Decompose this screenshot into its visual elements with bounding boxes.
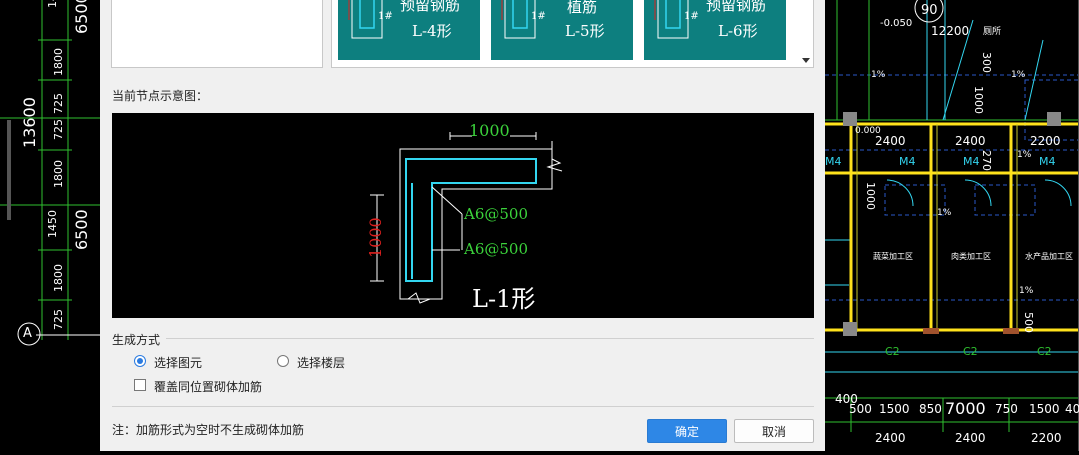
shape-name-text: L-1形 xyxy=(472,285,536,313)
masonry-rebar-dialog: 1# 预留钢筋 L-4形 1# 植筋 L-5形 1# 预留钢筋 L-6形 当前节… xyxy=(100,0,825,451)
radio-select-element[interactable] xyxy=(134,355,146,367)
preview-label: 当前节点示意图： xyxy=(112,89,209,103)
dim-row-2: 2400 xyxy=(955,134,986,148)
thumb-l4[interactable]: 1# 预留钢筋 L-4形 xyxy=(338,0,480,60)
node-preview-canvas: 1000 1000 A6@500 A6@500 L-1形 xyxy=(112,113,814,318)
top-dim-text: 1000 xyxy=(469,121,510,140)
c2-1: C2 xyxy=(885,345,900,358)
generate-section-label: 生成方式 xyxy=(112,333,161,347)
pct-1: 1% xyxy=(871,70,886,80)
pct-5: 1% xyxy=(1019,286,1034,296)
radio-select-floor[interactable] xyxy=(277,355,289,367)
bdim-4: 7000 xyxy=(945,399,986,418)
door-m4-1: M4 xyxy=(825,155,842,168)
thumb-l6[interactable]: 1# 预留钢筋 L-6形 xyxy=(644,0,786,60)
vdim-1000b: 1000 xyxy=(864,182,877,210)
dim-left-5: 725 xyxy=(52,119,65,140)
door-m4-2: M4 xyxy=(899,155,916,168)
thumb-l4-title: 预留钢筋 xyxy=(400,0,461,14)
radio-select-floor-label: 选择楼层 xyxy=(297,356,346,370)
rebar-shape-gallery[interactable]: 1# 预留钢筋 L-4形 1# 植筋 L-5形 1# 预留钢筋 L-6形 xyxy=(331,0,814,68)
thumb-l5-sub: L-5形 xyxy=(565,22,605,40)
bdim-3: 850 xyxy=(919,402,942,416)
bdim-5: 750 xyxy=(995,402,1018,416)
bdim-7: 400 xyxy=(1065,402,1079,416)
rebar-shape-icon xyxy=(501,0,536,39)
rebar1-text: A6@500 xyxy=(464,205,529,223)
dim-row-3: 2200 xyxy=(1030,134,1061,148)
door-m4-4: M4 xyxy=(1039,155,1056,168)
dim-left-10: 1800 xyxy=(52,264,65,292)
thumb-l4-mark: 1# xyxy=(378,11,393,22)
bdim2-1: 2400 xyxy=(955,431,986,445)
dim-left-8: 6500 xyxy=(72,209,91,250)
pct-3: 1% xyxy=(1017,150,1032,160)
top-length: 12200 xyxy=(931,24,970,38)
vdim-500: 500 xyxy=(1022,312,1035,333)
pct-4: 1% xyxy=(937,208,952,218)
divider xyxy=(112,406,814,407)
option-list-box[interactable] xyxy=(111,0,323,68)
dim-left-3: 1800 xyxy=(52,48,65,76)
axis-label-a: A xyxy=(23,326,32,341)
c2-3: C2 xyxy=(1037,345,1052,358)
room-veg: 蔬菜加工区 xyxy=(873,252,913,261)
bdim2-0: 2400 xyxy=(875,431,906,445)
thumb-l6-title: 预留钢筋 xyxy=(706,0,767,14)
bdim-2: 1500 xyxy=(879,402,910,416)
ok-button[interactable]: 确定 xyxy=(647,419,727,443)
dim-left-1: 1450 xyxy=(46,0,59,8)
bdim2-2: 2200 xyxy=(1031,431,1062,445)
pct-2: 1% xyxy=(1011,70,1026,80)
elevation-text: -0.050 xyxy=(880,18,913,29)
room-top: 厕所 xyxy=(983,27,1002,37)
c2-2: C2 xyxy=(963,345,978,358)
thumb-l5-title: 植筋 xyxy=(567,0,598,16)
scroll-down-icon[interactable] xyxy=(802,58,810,63)
cad-canvas-right[interactable]: -0.050 90 12200 厕所 300 1000 270 1000 500… xyxy=(825,0,1079,451)
radio-select-element-label: 选择图元 xyxy=(154,356,203,370)
bdim-1: 500 xyxy=(849,402,872,416)
vdim-270: 270 xyxy=(980,150,993,171)
dim-row-1: 2400 xyxy=(875,134,906,148)
thumb-l5[interactable]: 1# 植筋 L-5形 xyxy=(491,0,633,60)
room-seafood: 水产品加工区 xyxy=(1025,252,1073,261)
cad-canvas-left[interactable]: 1450 6500 1800 725 725 13600 1800 6500 1… xyxy=(0,0,100,451)
dim-left-11: 725 xyxy=(52,309,65,330)
dim-left-4: 725 xyxy=(52,93,65,114)
vdim-300: 300 xyxy=(980,52,993,73)
room-meat: 肉类加工区 xyxy=(951,252,991,261)
circle-number: 90 xyxy=(921,3,938,18)
dim-left-9: 1450 xyxy=(46,210,59,238)
dim-left-7: 1800 xyxy=(52,160,65,188)
rebar2-text: A6@500 xyxy=(464,240,529,258)
thumb-l5-mark: 1# xyxy=(531,11,546,22)
cancel-button[interactable]: 取消 xyxy=(734,419,814,443)
vdim-1000: 1000 xyxy=(972,86,985,114)
note-text: 注：加筋形式为空时不生成砌体加筋 xyxy=(112,423,305,437)
overwrite-checkbox[interactable] xyxy=(134,379,146,391)
thumb-l6-mark: 1# xyxy=(684,11,699,22)
divider xyxy=(166,338,814,339)
dim-left-6: 13600 xyxy=(20,97,39,148)
l1-rebar-diagram xyxy=(370,132,563,304)
thumb-l6-sub: L-6形 xyxy=(718,22,758,40)
overwrite-checkbox-label: 覆盖同位置砌体加筋 xyxy=(154,380,263,394)
bdim-6: 1500 xyxy=(1029,402,1060,416)
dim-left-2: 6500 xyxy=(72,0,91,34)
thumb-l4-sub: L-4形 xyxy=(412,22,452,40)
door-m4-3: M4 xyxy=(963,155,980,168)
side-dim-text: 1000 xyxy=(366,217,385,258)
